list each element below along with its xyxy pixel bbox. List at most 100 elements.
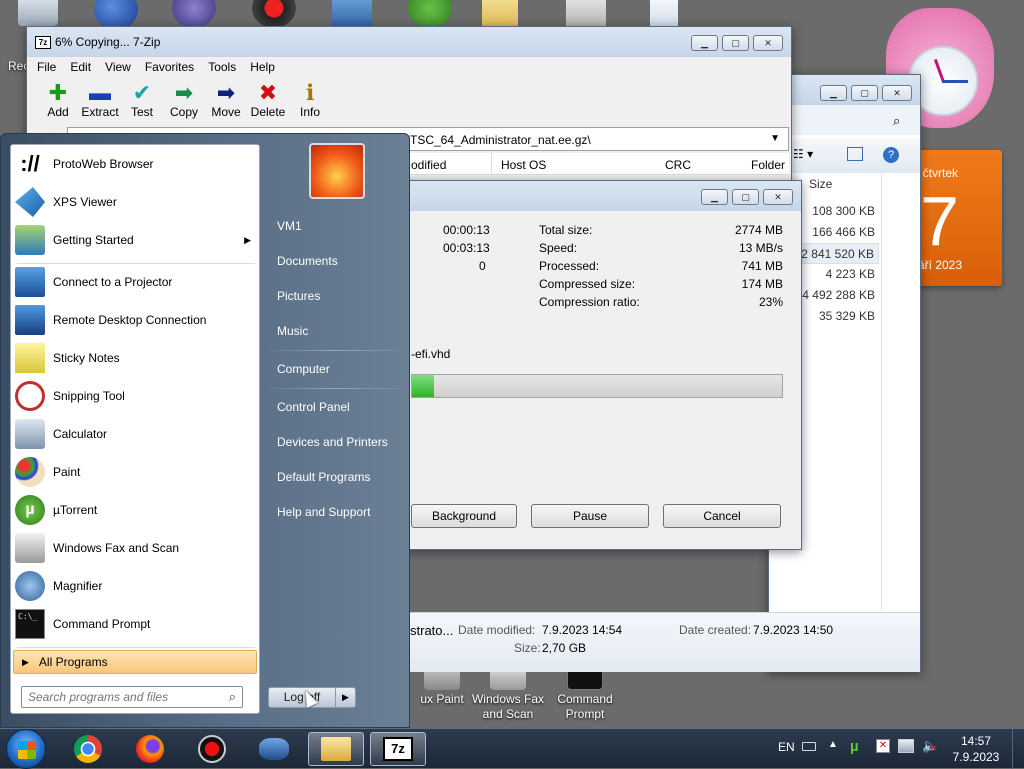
minimize-button[interactable]: ▁ — [691, 35, 718, 51]
program-protoweb[interactable]: :// ProtoWeb Browser — [11, 145, 261, 183]
details-file-name: strato... — [410, 623, 454, 638]
maximize-button[interactable]: ▢ — [851, 85, 878, 101]
search-input-field[interactable] — [22, 687, 218, 707]
sevenzip-titlebar[interactable]: 7z 6% Copying... 7-Zip — [27, 27, 791, 57]
taskbar-7zip[interactable]: 7z — [370, 732, 426, 766]
start-link-devices-printers[interactable]: Devices and Printers — [267, 427, 407, 457]
taskbar-chrome[interactable] — [60, 732, 116, 766]
program-remote-desktop[interactable]: Remote Desktop Connection — [11, 301, 261, 339]
language-indicator[interactable]: EN — [778, 740, 795, 754]
cancel-button[interactable]: Cancel — [663, 504, 781, 528]
maximize-button[interactable]: ▢ — [722, 35, 749, 51]
program-calculator[interactable]: Calculator — [11, 415, 261, 453]
start-link-default-programs[interactable]: Default Programs — [267, 462, 407, 492]
program-getting-started[interactable]: Getting Started ▶ — [11, 221, 261, 259]
details-modified-label: Date modified: — [458, 623, 536, 637]
separator — [17, 647, 255, 648]
details-modified-value: 7.9.2023 14:54 — [542, 623, 623, 637]
program-sticky-notes[interactable]: Sticky Notes — [11, 339, 261, 377]
menu-favorites[interactable]: Favorites — [145, 60, 194, 74]
gear-icon[interactable] — [172, 0, 216, 28]
close-button[interactable]: ✕ — [882, 85, 912, 101]
compressed-size-label: Compressed size: — [539, 277, 636, 291]
keyboard-icon[interactable] — [802, 742, 816, 751]
menu-help[interactable]: Help — [250, 60, 275, 74]
program-magnifier[interactable]: Magnifier — [11, 567, 261, 605]
add-button[interactable]: ✚ Add — [37, 81, 79, 120]
all-programs-button[interactable]: ▶ All Programs — [13, 650, 257, 674]
minimize-button[interactable]: ▁ — [820, 85, 847, 101]
firefox-icon — [136, 735, 164, 763]
pause-button[interactable]: Pause — [531, 504, 649, 528]
search-input[interactable]: ⌕ — [21, 686, 243, 708]
start-button[interactable] — [6, 729, 46, 769]
extract-icon: ▬ — [89, 80, 111, 105]
preview-pane-icon[interactable] — [847, 147, 863, 161]
info-button[interactable]: ℹ Info — [289, 81, 331, 120]
maximize-button[interactable]: ▢ — [732, 189, 759, 205]
start-link-pictures[interactable]: Pictures — [267, 281, 407, 311]
flag-icon[interactable]: ✕ — [876, 739, 890, 753]
chevron-right-icon: ▶ — [22, 656, 29, 667]
submenu-arrow-icon[interactable]: ▶ — [244, 235, 251, 246]
close-button[interactable]: ✕ — [753, 35, 783, 51]
shutdown-options-button[interactable]: ▶ — [336, 687, 356, 708]
start-link-computer[interactable]: Computer — [267, 354, 407, 384]
column-header-modified[interactable]: odified — [411, 158, 446, 172]
taskbar-recorder[interactable] — [184, 732, 240, 766]
network-tray-icon[interactable] — [898, 739, 914, 753]
background-button[interactable]: Background — [411, 504, 517, 528]
taskbar-network-tool[interactable] — [246, 732, 302, 766]
calendar-gadget[interactable]: čtvrtek 7 září 2023 — [912, 150, 1002, 286]
program-label: Windows Fax and Scan — [53, 541, 180, 555]
start-link-help-support[interactable]: Help and Support — [267, 497, 407, 527]
show-hidden-icons-button[interactable]: ▲ — [828, 739, 838, 750]
extract-button[interactable]: ▬ Extract — [79, 80, 121, 120]
program-xps-viewer[interactable]: XPS Viewer — [11, 183, 261, 221]
path-text: TSC_64_Administrator_nat.ee.gz\ — [410, 133, 591, 147]
user-picture[interactable] — [309, 143, 365, 199]
program-label: ProtoWeb Browser — [53, 157, 154, 171]
show-desktop-button[interactable] — [1012, 729, 1024, 769]
menu-view[interactable]: View — [105, 60, 131, 74]
copy-button[interactable]: ➡ Copy — [163, 81, 205, 120]
progress-dialog[interactable]: ▁ ▢ ✕ 00:00:13 00:03:13 0 Total size: 27… — [392, 180, 802, 550]
tray-time: 14:57 — [960, 734, 992, 748]
column-header-folder[interactable]: Folder — [751, 158, 785, 172]
chevron-down-icon[interactable]: ▼ — [770, 133, 780, 144]
minimize-button[interactable]: ▁ — [701, 189, 728, 205]
delete-button[interactable]: ✖ Delete — [247, 81, 289, 120]
menu-file[interactable]: File — [37, 60, 56, 74]
start-link-control-panel[interactable]: Control Panel — [267, 392, 407, 422]
help-circle-icon[interactable]: ? — [883, 147, 899, 163]
menu-tools[interactable]: Tools — [208, 60, 236, 74]
taskbar-explorer[interactable] — [308, 732, 364, 766]
start-link-user[interactable]: VM1 — [267, 211, 407, 241]
search-icon[interactable]: ⌕ — [229, 689, 236, 705]
test-button[interactable]: ✔ Test — [121, 81, 163, 120]
size-column-header[interactable]: Size — [809, 177, 832, 191]
details-size-label: Size: — [514, 641, 541, 655]
program-command-prompt[interactable]: C:\_ Command Prompt — [11, 605, 261, 643]
record-icon[interactable] — [252, 0, 296, 28]
program-snipping-tool[interactable]: Snipping Tool — [11, 377, 261, 415]
tray-clock[interactable]: 14:57 7.9.2023 — [948, 733, 1004, 765]
program-utorrent[interactable]: µ µTorrent — [11, 491, 261, 529]
program-fax-scan[interactable]: Windows Fax and Scan — [11, 529, 261, 567]
start-link-music[interactable]: Music — [267, 316, 407, 346]
program-paint[interactable]: Paint — [11, 453, 261, 491]
utorrent-desktop-icon[interactable] — [408, 0, 452, 28]
view-options-icon[interactable]: ☷ ▾ — [793, 147, 813, 161]
start-link-documents[interactable]: Documents — [267, 246, 407, 276]
recycle-bin-icon[interactable] — [18, 0, 58, 26]
files-value: 0 — [479, 259, 486, 273]
program-projector[interactable]: Connect to a Projector — [11, 263, 261, 301]
column-header-crc[interactable]: CRC — [665, 158, 691, 172]
menu-edit[interactable]: Edit — [70, 60, 91, 74]
search-icon[interactable]: ⌕ — [893, 113, 900, 129]
taskbar-firefox[interactable] — [122, 732, 178, 766]
close-button[interactable]: ✕ — [763, 189, 793, 205]
move-button[interactable]: ➡ Move — [205, 81, 247, 120]
utorrent-tray-icon[interactable]: µ — [850, 738, 859, 755]
column-header-host-os[interactable]: Host OS — [501, 158, 546, 172]
